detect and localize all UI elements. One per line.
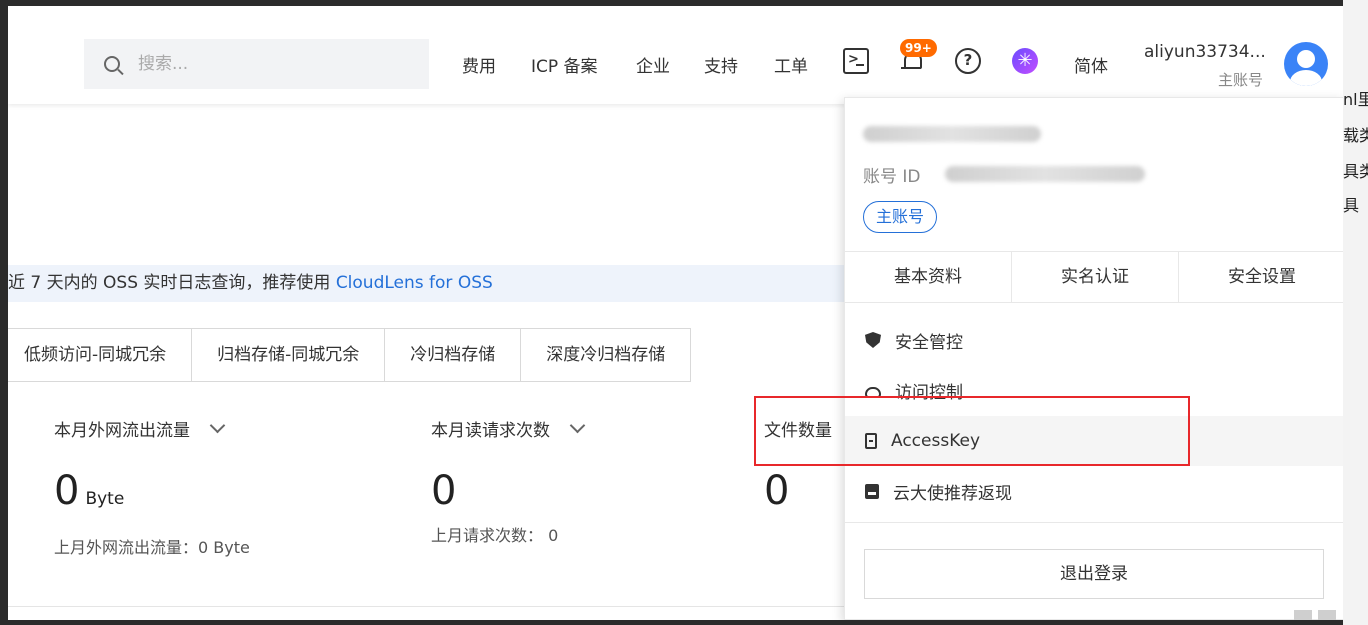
menu-divider [845, 522, 1343, 523]
background-text: 具 [1343, 196, 1360, 215]
nav-support[interactable]: 支持 [704, 52, 738, 77]
background-text: nl里 [1343, 90, 1368, 109]
account-id-label: 账号 ID [863, 167, 921, 187]
browser-page: 费用 ICP 备案 企业 支持 工单 99+ ? 简体 aliyun33734.… [8, 6, 1343, 620]
user-role: 主账号 [1218, 71, 1264, 89]
background-text: 载类 [1343, 126, 1368, 145]
menu-item-label: 云大使推荐返现 [893, 483, 1012, 504]
nav-billing[interactable]: 费用 [462, 52, 496, 77]
scrollbar-thumb[interactable] [1318, 610, 1336, 620]
account-name-redacted [863, 126, 1041, 142]
tab-security-settings[interactable]: 安全设置 [1179, 252, 1343, 302]
user-name[interactable]: aliyun33734... [1144, 42, 1266, 62]
cloudlens-link[interactable]: CloudLens for OSS [336, 273, 493, 293]
search-box[interactable] [84, 39, 429, 89]
metric-reads-title[interactable]: 本月读请求次数 [431, 416, 586, 441]
metric-outbound-label: 本月外网流出流量 [54, 421, 190, 441]
search-icon [104, 56, 120, 72]
ai-assistant-icon[interactable] [1012, 48, 1038, 74]
shield-icon [865, 332, 881, 348]
terminal-icon[interactable] [843, 48, 869, 74]
tab-infrequent-access[interactable]: 低频访问-同城冗余 [8, 329, 193, 381]
metric-outbound-last-month: 上月外网流出流量：0 Byte [54, 538, 250, 557]
metric-outbound-number: 0 [54, 468, 80, 514]
nav-icp[interactable]: ICP 备案 [531, 52, 598, 77]
menu-item-security-control[interactable]: 安全管控 [845, 315, 1343, 365]
logout-button[interactable]: 退出登录 [864, 549, 1324, 599]
menu-item-label: 安全管控 [895, 332, 963, 353]
nav-enterprise[interactable]: 企业 [636, 52, 670, 77]
help-icon[interactable]: ? [955, 48, 981, 74]
metric-outbound-value: 0 Byte [54, 468, 124, 514]
avatar[interactable] [1284, 42, 1328, 86]
tab-basic-info[interactable]: 基本资料 [845, 252, 1012, 302]
chevron-down-icon[interactable] [569, 417, 586, 434]
metric-outbound-unit: Byte [85, 489, 125, 509]
menu-item-referral[interactable]: 云大使推荐返现 [845, 466, 1343, 516]
nav-ticket[interactable]: 工单 [774, 52, 808, 77]
tab-archive[interactable]: 归档存储-同城冗余 [192, 329, 386, 381]
tab-real-name[interactable]: 实名认证 [1012, 252, 1179, 302]
notification-badge: 99+ [900, 39, 937, 57]
account-quick-tabs: 基本资料 实名认证 安全设置 [845, 251, 1343, 303]
language-switch[interactable]: 简体 [1074, 52, 1108, 77]
metric-reads-last-month: 上月请求次数： 0 [431, 526, 559, 545]
top-header: 费用 ICP 备案 企业 支持 工单 99+ ? 简体 aliyun33734.… [8, 6, 1343, 104]
search-input[interactable] [138, 54, 398, 74]
account-dropdown: 账号 ID 主账号 基本资料 实名认证 安全设置 安全管控 访问控制 Acces… [844, 97, 1343, 620]
background-window-edge: nl里 载类 具类 具 [1343, 0, 1368, 625]
background-text: 具类 [1343, 162, 1368, 181]
storage-class-tabs: 低频访问-同城冗余 归档存储-同城冗余 冷归档存储 深度冷归档存储 [8, 328, 692, 382]
tab-deep-cold-archive[interactable]: 深度冷归档存储 [521, 329, 691, 381]
divider [8, 606, 848, 607]
account-id-redacted [945, 166, 1145, 182]
tab-cold-archive[interactable]: 冷归档存储 [385, 329, 522, 381]
card-icon [865, 483, 879, 499]
scrollbar-thumb[interactable] [1294, 610, 1312, 620]
metric-reads-value: 0 [431, 468, 457, 514]
chevron-down-icon[interactable] [209, 417, 226, 434]
highlight-annotation-box [754, 396, 1190, 466]
role-pill: 主账号 [863, 201, 938, 233]
notice-bar: 近 7 天内的 OSS 实时日志查询，推荐使用 CloudLens for OS… [8, 265, 848, 302]
metric-reads-label: 本月读请求次数 [431, 421, 550, 441]
metric-outbound-title[interactable]: 本月外网流出流量 [54, 416, 226, 441]
metric-files-value: 0 [764, 468, 790, 514]
notice-text: 近 7 天内的 OSS 实时日志查询，推荐使用 [8, 273, 336, 293]
